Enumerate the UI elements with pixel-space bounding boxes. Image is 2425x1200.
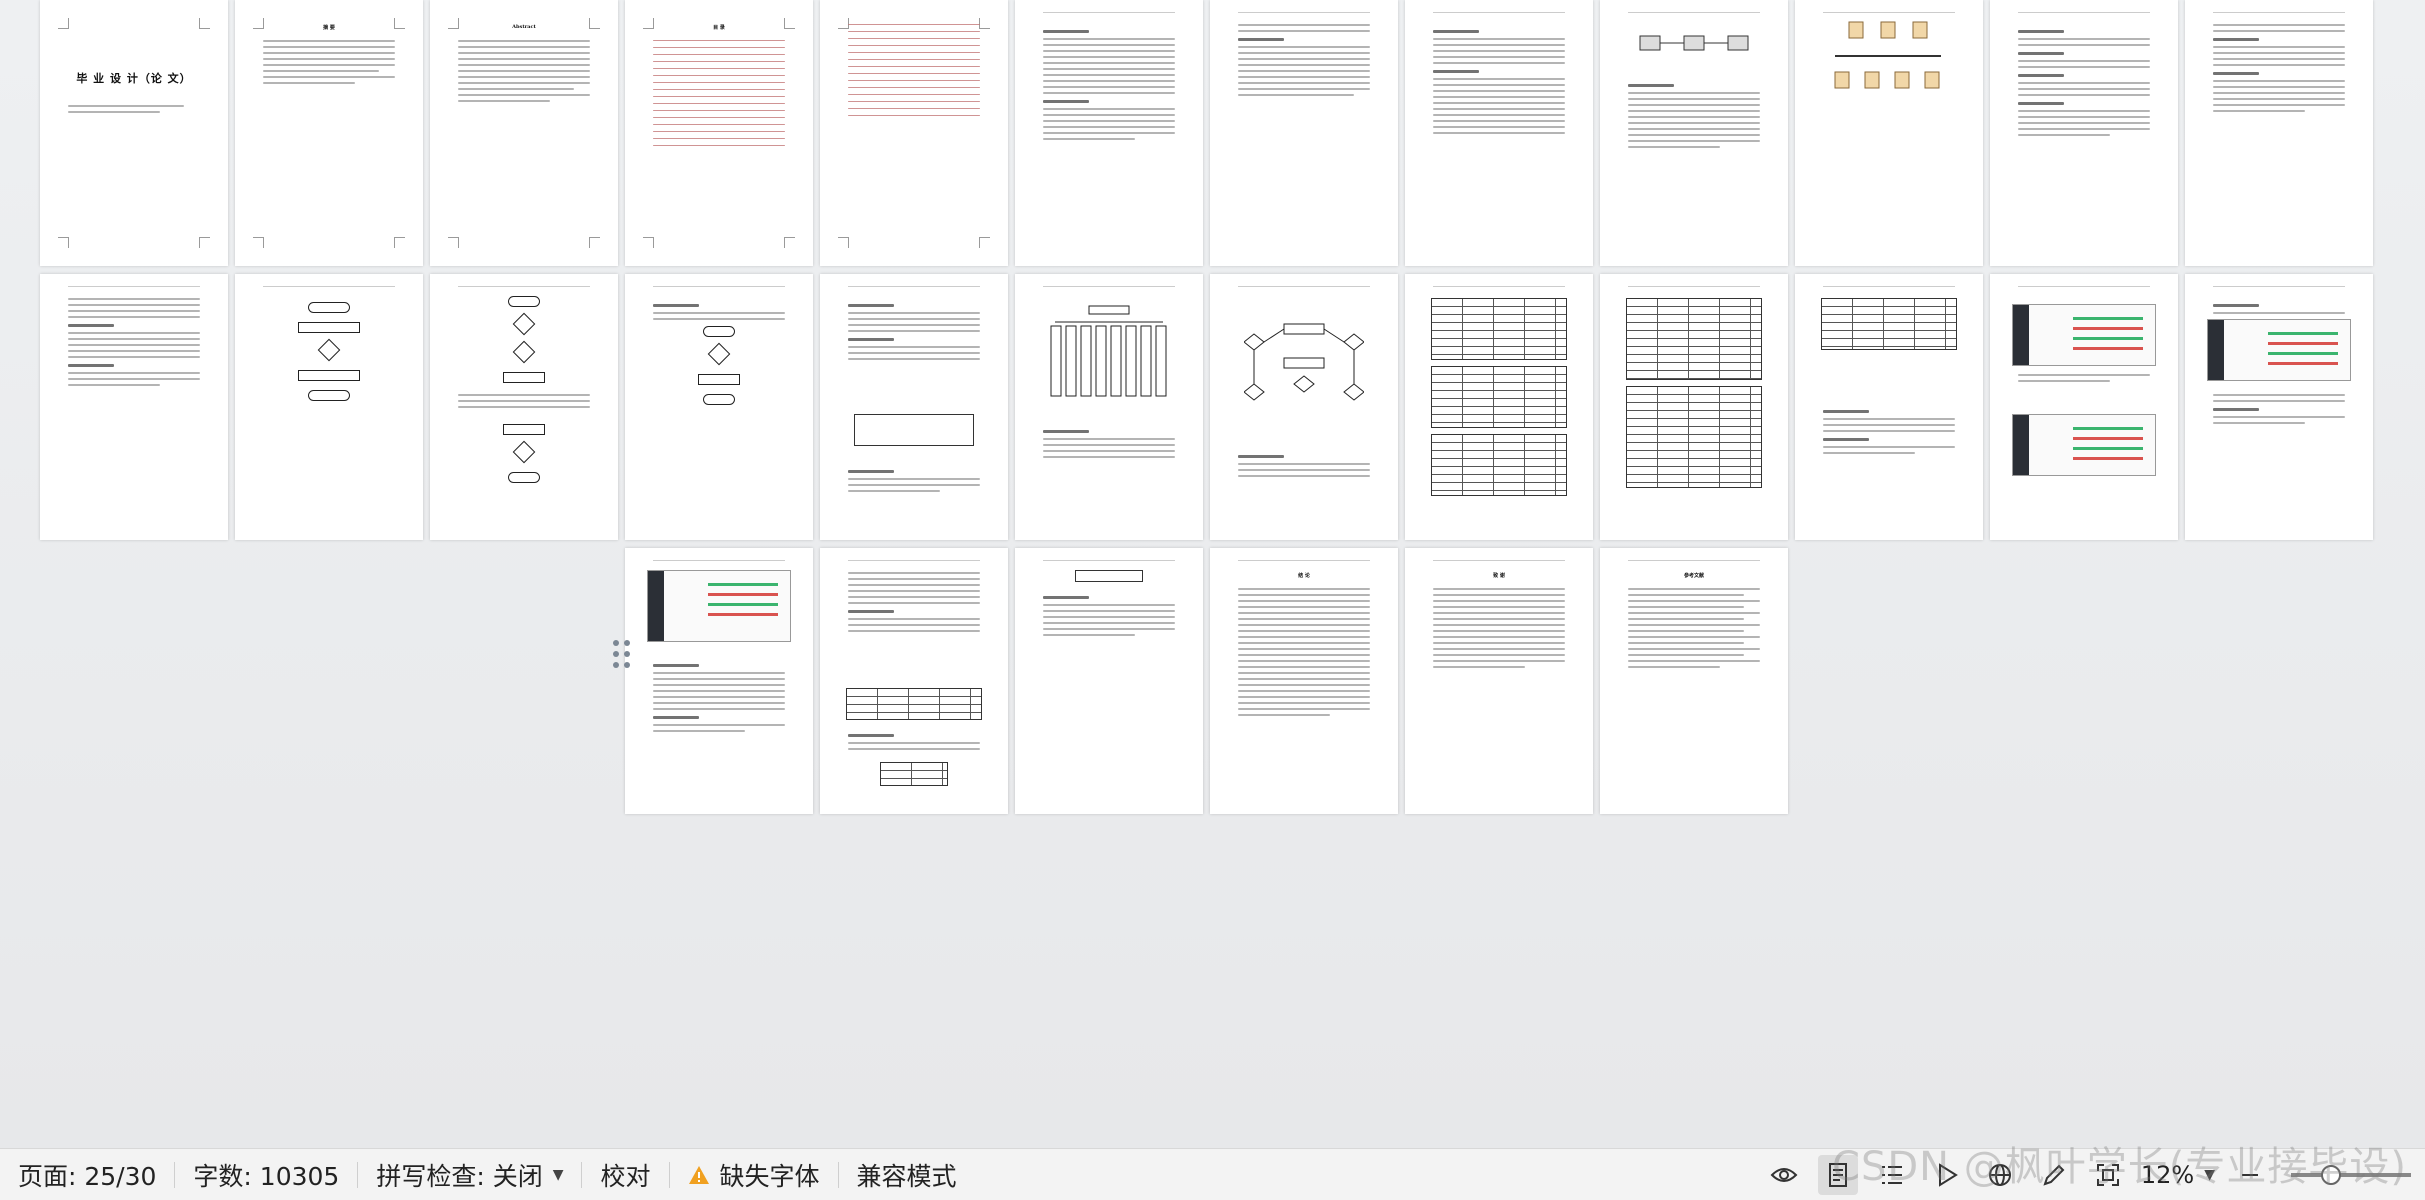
zoom-slider[interactable] bbox=[2291, 1164, 2411, 1185]
page-10[interactable] bbox=[1795, 0, 1983, 266]
play-icon[interactable] bbox=[1926, 1155, 1966, 1195]
page-4[interactable]: 目 录 bbox=[625, 0, 813, 266]
page-2[interactable]: 摘 要 bbox=[235, 0, 423, 266]
references-title: 参考文献 bbox=[1683, 573, 1704, 579]
zoom-level: 12% bbox=[2140, 1160, 2195, 1189]
page-22[interactable] bbox=[1795, 274, 1983, 540]
page-9[interactable] bbox=[1600, 0, 1788, 266]
page-8[interactable] bbox=[1405, 0, 1593, 266]
compat-mode-label: 兼容模式 bbox=[856, 1161, 957, 1191]
drag-handle-icon[interactable] bbox=[613, 640, 633, 668]
page-5[interactable] bbox=[820, 0, 1008, 266]
page-16[interactable] bbox=[625, 274, 813, 540]
conclusion-title: 结 论 bbox=[1298, 573, 1310, 579]
proofread-label: 校对 bbox=[600, 1161, 651, 1191]
page-3[interactable]: Abstract bbox=[430, 0, 618, 266]
proofread-button[interactable]: 校对 bbox=[582, 1157, 668, 1193]
page-27[interactable] bbox=[1015, 548, 1203, 814]
word-count[interactable]: 字数: 10305 bbox=[175, 1157, 357, 1193]
page-view-icon[interactable] bbox=[1817, 1154, 1858, 1195]
page-26[interactable] bbox=[820, 548, 1008, 814]
page-28[interactable]: 结 论 bbox=[1210, 548, 1398, 814]
page-30[interactable]: 参考文献 bbox=[1600, 548, 1788, 814]
spellcheck-label: 拼写检查: 关闭 bbox=[376, 1161, 543, 1191]
abstract-en-title: Abstract bbox=[512, 24, 536, 30]
compat-mode[interactable]: 兼容模式 bbox=[839, 1157, 975, 1193]
page-18[interactable] bbox=[1015, 274, 1203, 540]
zoom-out-icon[interactable] bbox=[2230, 1155, 2270, 1195]
page-14[interactable] bbox=[235, 274, 423, 540]
globe-icon[interactable] bbox=[1980, 1155, 2020, 1195]
page-1[interactable]: 毕 业 设 计（论 文） bbox=[40, 0, 228, 266]
page-19[interactable] bbox=[1210, 274, 1398, 540]
page-21[interactable] bbox=[1600, 274, 1788, 540]
page-7[interactable] bbox=[1210, 0, 1398, 266]
status-bar: 页面: 25/30 字数: 10305 拼写检查: 关闭 ▼ 校对 缺失字体 兼容… bbox=[0, 1148, 2425, 1200]
page-15[interactable] bbox=[430, 274, 618, 540]
abstract-cn-title: 摘 要 bbox=[323, 25, 335, 31]
page-24[interactable] bbox=[2185, 274, 2373, 540]
zoom-slider-knob[interactable] bbox=[2321, 1164, 2341, 1185]
page-20[interactable] bbox=[1405, 274, 1593, 540]
chevron-down-icon: ▼ bbox=[2204, 1166, 2215, 1183]
page-indicator-label: 页面: 25/30 bbox=[18, 1161, 157, 1191]
missing-fonts-button[interactable]: 缺失字体 bbox=[670, 1157, 838, 1193]
outline-icon[interactable] bbox=[1872, 1155, 1912, 1195]
document-canvas[interactable]: 毕 业 设 计（论 文） 摘 要 Abstract 目 录 结 论 致 谢 参考… bbox=[0, 0, 2425, 1148]
word-count-label: 字数: 10305 bbox=[193, 1161, 340, 1191]
pen-icon[interactable] bbox=[2034, 1155, 2074, 1195]
page-25[interactable] bbox=[625, 548, 813, 814]
fit-icon[interactable] bbox=[2088, 1155, 2128, 1195]
chevron-down-icon: ▼ bbox=[552, 1166, 564, 1183]
page-23[interactable] bbox=[1990, 274, 2178, 540]
page-6[interactable] bbox=[1015, 0, 1203, 266]
page-29[interactable]: 致 谢 bbox=[1405, 548, 1593, 814]
page-12[interactable] bbox=[2185, 0, 2373, 266]
cover-title: 毕 业 设 计（论 文） bbox=[76, 72, 192, 85]
toc-title: 目 录 bbox=[713, 25, 725, 31]
page-13[interactable] bbox=[40, 274, 228, 540]
warning-icon bbox=[688, 1165, 709, 1184]
spellcheck-toggle[interactable]: 拼写检查: 关闭 ▼ bbox=[358, 1157, 581, 1193]
zoom-dropdown[interactable]: 12% ▼ bbox=[2141, 1161, 2215, 1189]
missing-fonts-label: 缺失字体 bbox=[719, 1161, 820, 1191]
page-17[interactable] bbox=[820, 274, 1008, 540]
page-indicator[interactable]: 页面: 25/30 bbox=[0, 1157, 174, 1193]
eye-icon[interactable] bbox=[1764, 1155, 1804, 1195]
thanks-title: 致 谢 bbox=[1493, 573, 1505, 579]
page-11[interactable] bbox=[1990, 0, 2178, 266]
